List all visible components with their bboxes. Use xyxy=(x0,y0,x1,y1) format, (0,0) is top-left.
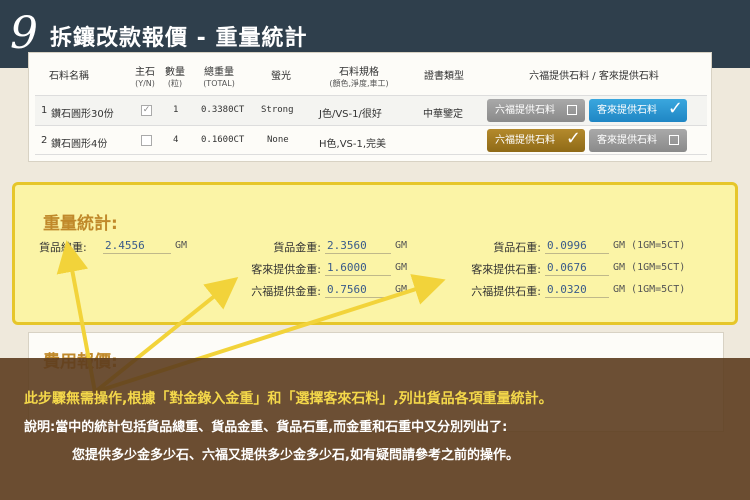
lukfook-gold-unit: GM xyxy=(395,284,408,295)
row-spec: H色,VS-1,完美 xyxy=(319,139,387,150)
row-qty: 1 xyxy=(173,105,179,115)
table-row: 1 鑽石圓形30份 ✓ 1 0.3380CT Strong J色/VS-1/很好… xyxy=(35,95,707,125)
instruction-note: 此步驟無需操作,根據「對金錄入金重」和「選擇客來石料」,列出貨品各項重量統計。 … xyxy=(0,358,750,500)
check-icon: ✓ xyxy=(667,98,683,119)
lukfook-stone-button[interactable]: 六福提供石料 ✓ xyxy=(487,128,585,152)
customer-stone-value: 0.0676 xyxy=(545,261,609,276)
main-stone-checkbox[interactable] xyxy=(141,135,152,146)
gold-weight-label: 貨品金重: xyxy=(273,241,321,254)
lukfook-stone-button[interactable]: 六福提供石料 xyxy=(487,99,585,122)
row-index: 1 xyxy=(41,105,48,116)
row-qty: 4 xyxy=(173,135,179,145)
row-cert: 中華鑒定 xyxy=(423,109,463,120)
lukfook-stone-unit: GM (1GM=5CT) xyxy=(613,284,686,295)
stone-table: 石料名稱 主石 (Y/N) 數量 (粒) 總重量 (TOTAL) 螢光 石料規格 (顏色… xyxy=(28,52,712,162)
page-title: 拆鑲改款報價 - 重量統計 xyxy=(50,26,308,51)
stone-weight-label: 貨品石重: xyxy=(493,241,541,254)
note-line-1: 此步驟無需操作,根據「對金錄入金重」和「選擇客來石料」,列出貨品各項重量統計。 xyxy=(24,391,553,407)
note-line-2: 說明:當中的統計包括貨品總重、貨品金重、貨品石重,而金重和石重中又分別列出了: xyxy=(24,420,508,435)
row-fluorescence: Strong xyxy=(261,105,294,115)
customer-stone-label: 客來提供石重: xyxy=(471,263,541,276)
col-main-stone: 主石 (Y/N) xyxy=(135,67,155,88)
row-name: 鑽石圓形4份 xyxy=(51,139,108,150)
lukfook-gold-label: 六福提供金重: xyxy=(251,285,321,298)
weight-summary-title: 重量統計: xyxy=(43,214,118,234)
customer-stone-unit: GM (1GM=5CT) xyxy=(613,262,686,273)
total-weight-label: 貨品總重: xyxy=(39,241,87,254)
weight-summary: 重量統計: 貨品總重: 2.4556 GM 貨品金重: 2.3560 GM 客來… xyxy=(12,182,738,325)
row-weight: 0.3380CT xyxy=(201,105,245,115)
row-index: 2 xyxy=(41,135,48,146)
stone-weight-value: 0.0996 xyxy=(545,239,609,254)
customer-stone-button[interactable]: 客來提供石料 xyxy=(589,129,687,152)
gold-weight-unit: GM xyxy=(395,240,408,251)
row-spec: J色/VS-1/很好 xyxy=(319,109,382,120)
col-cert: 證書類型 xyxy=(424,71,464,82)
lukfook-stone-value: 0.0320 xyxy=(545,283,609,298)
total-weight-unit: GM xyxy=(175,240,188,251)
checkbox-icon xyxy=(669,135,679,145)
lukfook-gold-value: 0.7560 xyxy=(325,283,391,298)
table-row: 2 鑽石圓形4份 4 0.1600CT None H色,VS-1,完美 六福提供… xyxy=(35,125,707,155)
check-icon: ✓ xyxy=(565,128,581,149)
col-weight: 總重量 (TOTAL) xyxy=(203,67,235,88)
col-spec: 石料規格 (顏色,淨度,車工) xyxy=(329,67,389,88)
customer-gold-unit: GM xyxy=(395,262,408,273)
checkbox-icon xyxy=(567,105,577,115)
total-weight-value: 2.4556 xyxy=(103,239,171,254)
stone-weight-unit: GM (1GM=5CT) xyxy=(613,240,686,251)
lukfook-stone-label: 六福提供石重: xyxy=(471,285,541,298)
row-fluorescence: None xyxy=(267,135,289,145)
customer-gold-label: 客來提供金重: xyxy=(251,263,321,276)
col-name: 石料名稱 xyxy=(49,71,89,82)
note-line-3: 您提供多少金多少石、六福又提供多少金多少石,如有疑問請參考之前的操作。 xyxy=(72,448,519,463)
customer-gold-value: 1.6000 xyxy=(325,261,391,276)
gold-weight-value: 2.3560 xyxy=(325,239,391,254)
col-fluorescence: 螢光 xyxy=(271,71,291,82)
main-stone-checkbox[interactable]: ✓ xyxy=(141,105,152,116)
customer-stone-button[interactable]: 客來提供石料 ✓ xyxy=(589,98,687,122)
row-weight: 0.1600CT xyxy=(201,135,245,145)
col-supply: 六福提供石料 / 客來提供石料 xyxy=(529,71,659,82)
row-name: 鑽石圓形30份 xyxy=(51,109,114,120)
col-qty: 數量 (粒) xyxy=(165,67,185,88)
